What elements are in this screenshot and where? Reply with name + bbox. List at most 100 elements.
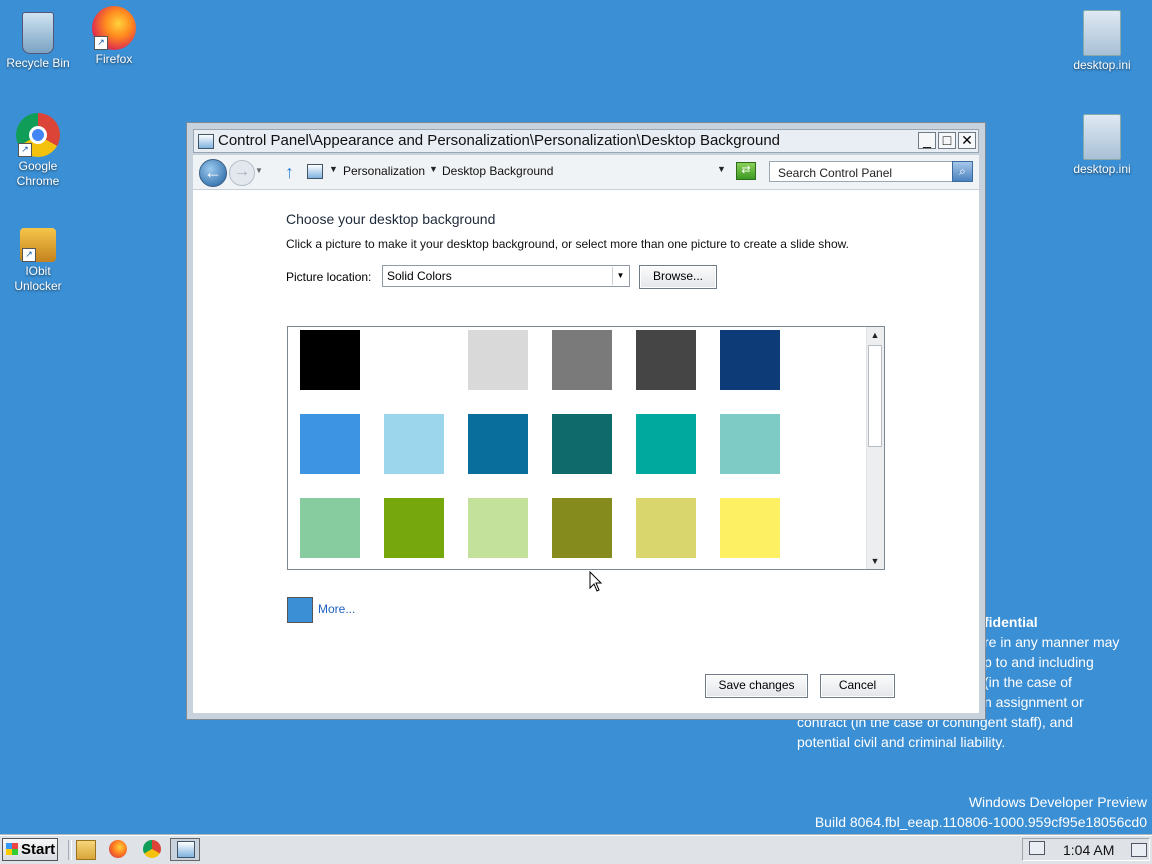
color-swatch[interactable] <box>384 330 444 390</box>
refresh-button[interactable]: ⇄ <box>736 162 756 180</box>
scroll-thumb[interactable] <box>868 345 882 447</box>
vertical-scrollbar[interactable]: ▲ ▼ <box>866 327 884 569</box>
browse-button[interactable]: Browse... <box>639 265 717 289</box>
desktop-icon-label: Recycle Bin <box>6 56 70 70</box>
color-swatch[interactable] <box>720 414 780 474</box>
scroll-up-icon[interactable]: ▲ <box>867 327 883 343</box>
control-panel-icon <box>177 841 195 858</box>
product-watermark: Windows Developer Preview Build 8064.fbl… <box>815 792 1147 832</box>
color-swatch[interactable] <box>384 498 444 558</box>
unlocker-icon: ↗ <box>20 228 56 262</box>
color-swatch[interactable] <box>720 498 780 558</box>
watermark-text: fidential re in any manner may p to and … <box>984 612 1119 712</box>
recycle-bin-icon <box>22 12 54 54</box>
start-button[interactable]: Start <box>2 838 58 861</box>
desktop-icon-desktop-ini[interactable]: desktop.ini <box>1064 10 1140 73</box>
desktop-icon-recycle-bin[interactable]: Recycle Bin <box>0 6 76 71</box>
color-gallery: ▲ ▼ <box>287 326 885 570</box>
page-description: Click a picture to make it your desktop … <box>286 237 849 251</box>
chevron-down-icon[interactable]: ▼ <box>329 164 338 174</box>
watermark-line: re in any manner may <box>984 634 1120 650</box>
refresh-icon: ⇄ <box>741 164 751 176</box>
color-swatch[interactable] <box>384 414 444 474</box>
color-swatch[interactable] <box>636 498 696 558</box>
window-title: Control Panel\Appearance and Personaliza… <box>218 132 781 149</box>
watermark-line: n assignment or <box>984 694 1084 710</box>
clock[interactable]: 1:04 AM <box>1063 842 1114 858</box>
desktop-icon-label: Google Chrome <box>16 159 60 188</box>
close-button[interactable]: ✕ <box>958 132 976 149</box>
back-arrow-icon: ← <box>204 162 222 182</box>
taskbar-control-panel-button[interactable] <box>170 838 200 861</box>
watermark-line: p to and including <box>984 654 1094 670</box>
control-panel-window: Control Panel\Appearance and Personaliza… <box>186 122 986 720</box>
watermark-line: fidential <box>984 614 1038 630</box>
taskbar-separator <box>68 840 72 860</box>
color-swatch[interactable] <box>468 330 528 390</box>
watermark-line: potential civil and criminal liability. <box>797 734 1006 750</box>
control-panel-icon <box>198 134 214 149</box>
search-box[interactable]: ⌕ <box>769 161 973 182</box>
picture-location-label: Picture location: <box>286 270 372 284</box>
firefox-icon: ↗ <box>92 6 136 50</box>
maximize-button[interactable]: □ <box>938 132 956 149</box>
color-swatch[interactable] <box>720 330 780 390</box>
scroll-down-icon[interactable]: ▼ <box>867 553 883 569</box>
desktop-icon-label: IObit Unlocker <box>14 264 62 293</box>
desktop-icon-label: desktop.ini <box>1073 58 1131 72</box>
forward-button[interactable]: → <box>229 160 255 186</box>
desktop-icon-desktop-ini[interactable]: desktop.ini <box>1064 114 1140 177</box>
color-swatch[interactable] <box>636 330 696 390</box>
control-panel-icon <box>307 164 323 179</box>
windows-logo-icon <box>6 843 18 855</box>
breadcrumb-item-personalization[interactable]: Personalization <box>343 164 425 178</box>
desktop-icon-firefox[interactable]: ↗ Firefox <box>76 6 152 67</box>
color-swatch[interactable] <box>636 414 696 474</box>
search-input[interactable] <box>776 165 950 181</box>
system-tray: 1:04 AM <box>1022 838 1150 861</box>
chevron-down-icon[interactable]: ▼ <box>429 164 438 174</box>
desktop-icon-google-chrome[interactable]: ↗ Google Chrome <box>0 113 76 189</box>
firefox-icon[interactable] <box>109 840 127 858</box>
breadcrumb-item-desktop-background[interactable]: Desktop Background <box>442 164 553 178</box>
cancel-button[interactable]: Cancel <box>820 674 895 698</box>
shortcut-arrow-icon: ↗ <box>22 248 36 262</box>
desktop-icon-label: Firefox <box>95 52 133 66</box>
build-string: Build 8064.fbl_eeap.110806-1000.959cf95e… <box>814 814 1147 830</box>
chrome-icon[interactable] <box>143 840 161 858</box>
chevron-down-icon[interactable]: ▼ <box>612 267 628 285</box>
shortcut-arrow-icon: ↗ <box>18 143 32 157</box>
shortcut-arrow-icon: ↗ <box>94 36 108 50</box>
breadcrumb[interactable]: ▼ Personalization ▼ Desktop Background ▼ <box>305 161 735 183</box>
color-swatch[interactable] <box>300 414 360 474</box>
up-arrow-icon[interactable]: ↑ <box>285 162 294 183</box>
ini-file-icon <box>1083 10 1121 56</box>
color-swatch[interactable] <box>552 498 612 558</box>
color-swatch[interactable] <box>468 414 528 474</box>
back-button[interactable]: ← <box>199 159 227 187</box>
desktop-icon-label: desktop.ini <box>1073 162 1131 176</box>
color-swatch[interactable] <box>468 498 528 558</box>
address-dropdown-icon[interactable]: ▼ <box>717 164 726 174</box>
network-icon[interactable] <box>1029 841 1045 855</box>
desktop-icon-iobit-unlocker[interactable]: ↗ IObit Unlocker <box>0 218 76 294</box>
watermark-line: (in the case of <box>984 674 1072 690</box>
picture-location-select[interactable]: Solid Colors ▼ <box>382 265 630 287</box>
more-link[interactable]: More... <box>318 602 355 616</box>
color-swatch[interactable] <box>300 498 360 558</box>
color-swatch[interactable] <box>300 330 360 390</box>
taskbar: Start 1:04 AM <box>0 835 1152 864</box>
title-bar[interactable]: Control Panel\Appearance and Personaliza… <box>193 129 979 153</box>
color-swatch[interactable] <box>552 414 612 474</box>
content-pane: Choose your desktop background Click a p… <box>193 190 979 713</box>
mouse-cursor-icon <box>589 571 603 592</box>
save-changes-button[interactable]: Save changes <box>705 674 808 698</box>
minimize-button[interactable]: _ <box>918 132 936 149</box>
color-swatch[interactable] <box>552 330 612 390</box>
history-dropdown-icon[interactable]: ▼ <box>255 166 263 175</box>
product-name: Windows Developer Preview <box>968 794 1147 810</box>
search-icon[interactable]: ⌕ <box>952 161 973 182</box>
show-desktop-icon[interactable] <box>1131 843 1147 857</box>
more-color-swatch[interactable] <box>287 597 313 623</box>
file-explorer-icon[interactable] <box>76 840 96 860</box>
